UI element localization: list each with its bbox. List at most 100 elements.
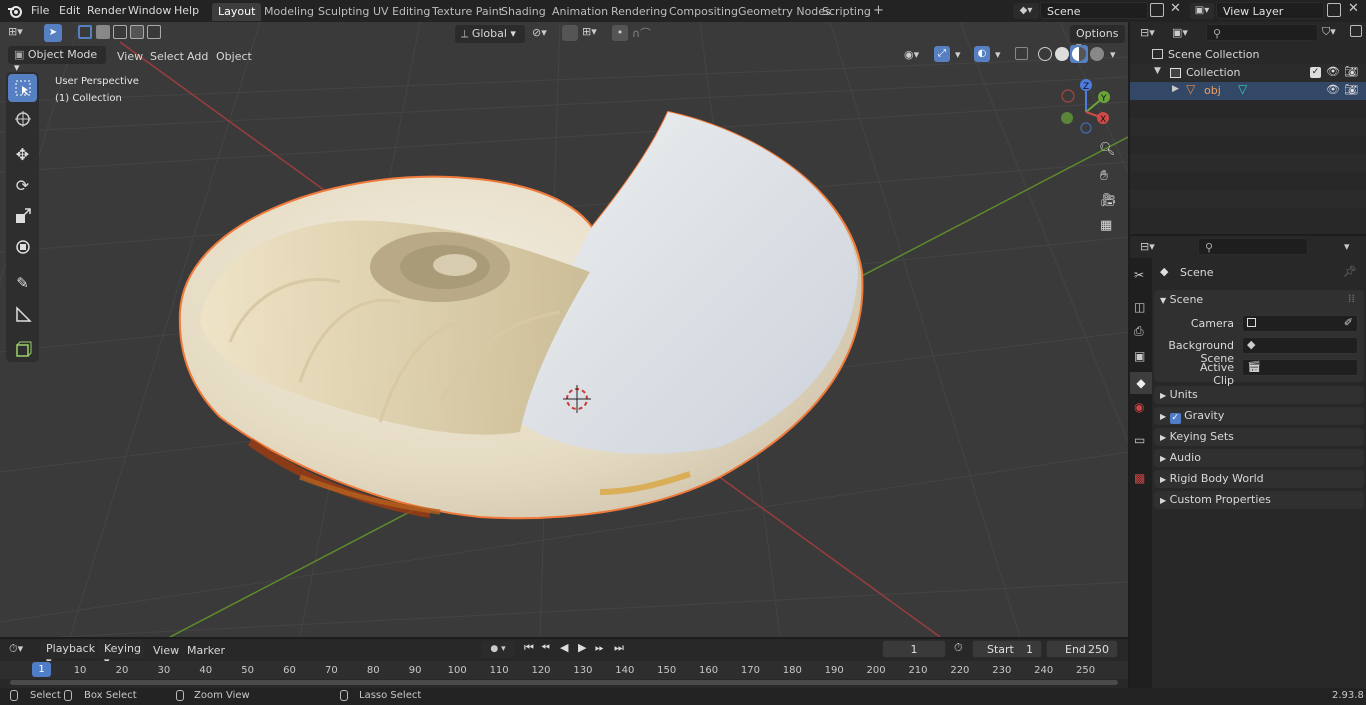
properties-options-icon[interactable]: ▾	[1344, 240, 1350, 253]
view-layer-field[interactable]: View Layer	[1216, 2, 1324, 19]
rigid-body-world-panel-header[interactable]: ▶ Rigid Body World	[1160, 472, 1264, 485]
select-mode-intersect-icon[interactable]	[147, 25, 161, 39]
scene-tab-icon[interactable]: ◆	[1130, 372, 1152, 394]
tab-animation[interactable]: Animation	[546, 3, 614, 21]
menu-edit[interactable]: Edit	[55, 3, 84, 18]
cursor-tool[interactable]	[8, 105, 37, 133]
select-mode-subtract-icon[interactable]	[113, 25, 127, 39]
proportional-falloff-icon[interactable]: ∩⌒	[632, 25, 651, 41]
pan-hand-icon[interactable]: ✋︎	[1100, 168, 1108, 184]
outliner-row-collection[interactable]: ▼ Collection ✓ 👁︎ 📷︎	[1130, 64, 1366, 82]
properties-editor-type-icon[interactable]: ⊟▾	[1140, 240, 1155, 253]
active-clip-field[interactable]: 🎬︎	[1242, 359, 1358, 376]
background-scene-field[interactable]: ◆	[1242, 337, 1358, 354]
timeline-scrollbar[interactable]	[10, 680, 1118, 685]
mesh-data-icon[interactable]: ▽	[1238, 82, 1247, 96]
eye-icon[interactable]: 👁︎	[1326, 83, 1340, 96]
annotate-tool[interactable]: ✎	[8, 269, 37, 297]
outliner-display-mode-icon[interactable]: ▣▾	[1172, 26, 1188, 39]
render-tab-icon[interactable]: ◫	[1134, 300, 1145, 314]
gizmo-dropdown-icon[interactable]: ▾	[955, 48, 961, 61]
tab-shading[interactable]: Shading	[495, 3, 552, 21]
properties-search-input[interactable]: ⚲	[1198, 238, 1308, 255]
shading-rendered-icon[interactable]	[1090, 47, 1104, 61]
rotate-tool[interactable]: ⟳	[8, 171, 37, 199]
outliner-editor-type-icon[interactable]: ⊟▾	[1140, 26, 1155, 39]
viewport-menu-object[interactable]: Object	[211, 48, 257, 65]
visibility-selectable-icon[interactable]: ◉▾	[904, 48, 919, 61]
camera-render-icon[interactable]: 📷︎	[1344, 83, 1358, 96]
select-mode-invert-icon[interactable]	[130, 25, 144, 39]
shading-wireframe-icon[interactable]	[1038, 47, 1052, 61]
auto-keying-icon[interactable]: ● ▾	[481, 641, 515, 658]
select-box-tool[interactable]	[8, 74, 37, 102]
overlay-toggle-icon[interactable]: ◐	[974, 46, 990, 62]
current-frame-field[interactable]: 1	[882, 640, 946, 658]
expand-arrow-icon[interactable]: ▶	[1172, 84, 1179, 94]
options-button[interactable]: Options ▾	[1070, 25, 1125, 53]
new-collection-icon[interactable]	[1350, 25, 1362, 37]
tool-tab-icon[interactable]: ✂︎	[1134, 268, 1144, 282]
add-cube-tool[interactable]	[8, 335, 37, 363]
gravity-panel-header[interactable]: ▶ ✓ Gravity	[1160, 409, 1224, 424]
shading-dropdown-icon[interactable]: ▾	[1110, 48, 1116, 61]
viewport-scene[interactable]: Z Y X	[0, 22, 1128, 637]
viewport-menu-add[interactable]: Add	[182, 48, 213, 65]
timeline-menu-marker[interactable]: Marker	[182, 642, 230, 659]
view-layer-tab-icon[interactable]: ▣	[1134, 349, 1145, 363]
units-panel-header[interactable]: ▶ Units	[1160, 388, 1198, 401]
tab-layout[interactable]: Layout	[212, 3, 262, 21]
select-mode-new-icon[interactable]	[78, 25, 92, 39]
play-icon[interactable]: ▶	[578, 641, 586, 654]
measure-tool[interactable]	[8, 300, 37, 328]
3d-viewport[interactable]: Z Y X ⊞▾ ➤ ⟂ Global ▾ ⊘▾ ⊞▾ • ∩⌒ Options…	[0, 22, 1128, 637]
end-frame-field[interactable]: End 250	[1046, 640, 1118, 658]
zoom-icon[interactable]: 🔍︎	[1099, 142, 1116, 157]
eyedropper-icon[interactable]: ✐	[1344, 316, 1353, 329]
snap-icon[interactable]	[562, 25, 578, 41]
custom-properties-panel-header[interactable]: ▶ Custom Properties	[1160, 493, 1271, 506]
snap-target-icon[interactable]: ⊞▾	[582, 25, 597, 38]
play-reverse-icon[interactable]: ◀	[560, 641, 568, 654]
menu-help[interactable]: Help	[170, 3, 203, 18]
audio-panel-header[interactable]: ▶ Audio	[1160, 451, 1201, 464]
object-mode-dropdown[interactable]: ▣ Object Mode ▾	[8, 46, 106, 74]
gravity-checkbox[interactable]: ✓	[1169, 413, 1181, 424]
pivot-point-icon[interactable]: ⊘▾	[532, 26, 547, 39]
blender-logo-icon[interactable]	[7, 3, 23, 19]
add-workspace-button[interactable]: +	[867, 1, 890, 19]
preview-range-icon[interactable]: ⏱︎	[954, 641, 963, 655]
transform-tool[interactable]	[8, 233, 37, 261]
collection-tab-icon[interactable]: ▭	[1134, 433, 1145, 447]
outliner-search-input[interactable]: ⚲	[1206, 24, 1318, 41]
jump-start-icon[interactable]: ⏮︎	[524, 641, 534, 655]
tab-sculpting[interactable]: Sculpting	[312, 3, 375, 21]
scene-name-field[interactable]: Scene	[1040, 2, 1148, 19]
overlay-dropdown-icon[interactable]: ▾	[995, 48, 1001, 61]
select-mode-extend-icon[interactable]	[96, 25, 110, 39]
editor-type-icon[interactable]: ⊞▾	[8, 25, 23, 38]
jump-keyframe-back-icon[interactable]: ⏪︎	[541, 641, 550, 655]
shading-material-icon[interactable]	[1070, 45, 1088, 63]
select-tool-icon[interactable]: ➤	[44, 24, 62, 42]
filter-icon[interactable]: ⛉▾	[1322, 25, 1336, 39]
tab-modeling[interactable]: Modeling	[258, 3, 320, 21]
world-tab-icon[interactable]: ◉	[1134, 400, 1144, 414]
new-scene-icon[interactable]	[1150, 3, 1164, 17]
scale-tool[interactable]	[8, 202, 37, 230]
expand-arrow-icon[interactable]: ▼	[1154, 66, 1161, 76]
drag-handle-icon[interactable]: ⁞⁞	[1348, 292, 1355, 305]
xray-toggle-icon[interactable]	[1015, 47, 1028, 60]
camera-field[interactable]: ✐	[1242, 315, 1358, 332]
texture-tab-icon[interactable]: ▩	[1134, 471, 1145, 485]
playback-menu[interactable]: Playback ▾	[40, 640, 95, 668]
move-tool[interactable]: ✥	[8, 140, 37, 168]
jump-keyframe-forward-icon[interactable]: ⏩︎	[595, 641, 604, 655]
menu-file[interactable]: File	[27, 3, 53, 18]
timeline-menu-view[interactable]: View	[148, 642, 184, 659]
view-layer-browse-icon[interactable]: ▣▾	[1190, 3, 1214, 19]
menu-window[interactable]: Window	[124, 3, 175, 18]
viewport-menu-view[interactable]: View	[112, 48, 148, 65]
playhead-frame-indicator[interactable]: 1	[32, 662, 51, 677]
nautilus-object[interactable]	[178, 110, 864, 520]
